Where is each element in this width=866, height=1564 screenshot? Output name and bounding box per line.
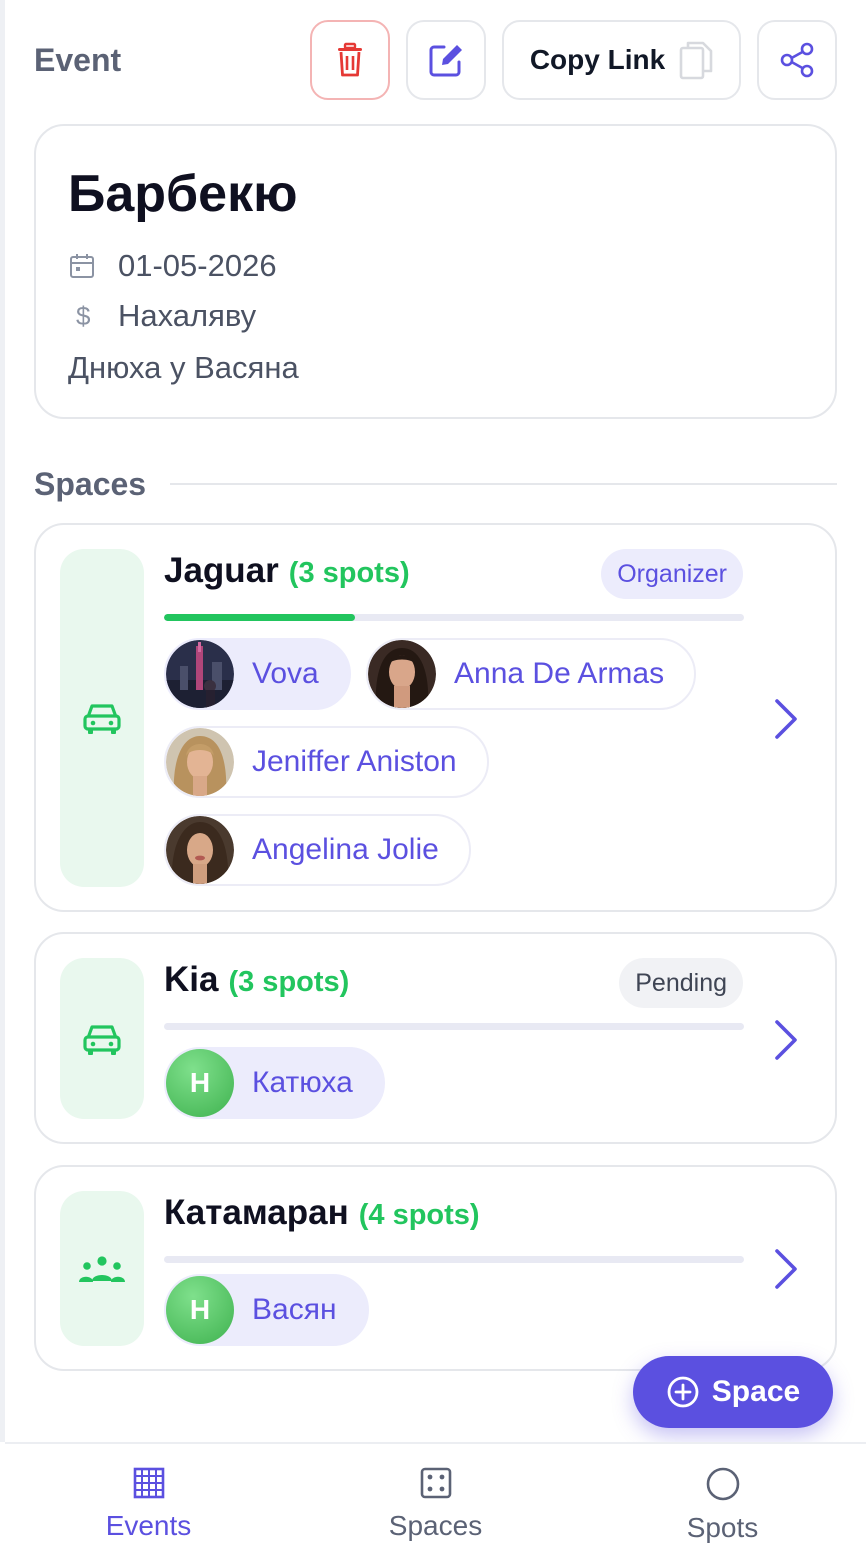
chevron-right-icon[interactable] [769, 1016, 803, 1064]
space-heading: Kia (3 spots) [164, 960, 349, 1000]
copy-link-label: Copy Link [529, 44, 666, 75]
avatar [166, 640, 234, 708]
car-icon [83, 1024, 121, 1055]
plus-circle-icon [667, 1376, 699, 1408]
nav-label: Spots [686, 1512, 759, 1543]
space-icon-box [60, 958, 144, 1119]
avatar [166, 728, 234, 796]
space-spots: (4 spots) [358, 1199, 480, 1231]
edit-icon [429, 45, 462, 77]
dice-icon [420, 1467, 451, 1499]
delete-button[interactable] [310, 20, 390, 100]
share-button[interactable] [757, 20, 837, 100]
event-title: Барбекю [68, 165, 298, 223]
nav-tab-events[interactable]: Events [5, 1444, 292, 1564]
group-icon [79, 1255, 125, 1282]
spaces-section-title: Spaces [34, 465, 147, 502]
member-name: Vova [252, 657, 319, 690]
occupancy-progress [164, 1256, 744, 1263]
add-space-button[interactable]: Space [633, 1356, 833, 1428]
progress-fill [164, 614, 356, 621]
copy-link-button[interactable]: Copy Link [502, 20, 741, 100]
member-chip[interactable]: Jeniffer Aniston [164, 726, 489, 798]
space-card-katamaran[interactable]: Катамаран (4 spots) H Васян [34, 1165, 837, 1371]
calendar-icon [70, 254, 94, 278]
space-card-kia[interactable]: Kia (3 spots) Pending H Катюха [34, 932, 837, 1144]
avatar: H [166, 1049, 234, 1117]
chevron-right-icon[interactable] [769, 1245, 803, 1293]
add-space-label: Space [711, 1375, 801, 1408]
space-icon-box [60, 1191, 144, 1346]
space-name: Kia [164, 960, 219, 999]
member-chip[interactable]: H Васян [164, 1274, 369, 1346]
member-name: Васян [252, 1293, 337, 1326]
member-chip[interactable]: Anna De Armas [366, 638, 697, 710]
page-header: Event Copy Link [34, 20, 837, 100]
nav-tab-spaces[interactable]: Spaces [292, 1444, 579, 1564]
occupancy-progress [164, 614, 744, 621]
event-price: Нахаляву [118, 298, 257, 333]
bottom-nav: Events Spaces Spots [5, 1442, 866, 1564]
avatar [166, 816, 234, 884]
edit-button[interactable] [406, 20, 486, 100]
circle-icon [706, 1467, 739, 1501]
member-name: Катюха [252, 1066, 353, 1099]
event-date: 01-05-2026 [118, 248, 277, 283]
occupancy-progress [164, 1023, 744, 1030]
space-name: Катамаран [164, 1193, 349, 1232]
status-badge: Pending [619, 958, 743, 1008]
spaces-section-header: Spaces [34, 464, 837, 504]
event-date-row: 01-05-2026 [68, 248, 277, 284]
nav-label: Events [105, 1510, 192, 1541]
space-card-jaguar[interactable]: Jaguar (3 spots) Organizer Vova Anna De … [34, 523, 837, 912]
nav-tab-spots[interactable]: Spots [579, 1444, 866, 1564]
section-divider [170, 483, 837, 485]
nav-label: Spaces [388, 1510, 483, 1541]
page-title: Event [34, 42, 122, 78]
share-icon [780, 42, 814, 78]
member-name: Angelina Jolie [252, 833, 439, 866]
member-chip[interactable]: Vova [164, 638, 351, 710]
trash-icon [338, 42, 362, 77]
chevron-right-icon[interactable] [769, 695, 803, 743]
event-card: Барбекю 01-05-2026 $ Нахаляву Днюха у Ва… [34, 124, 837, 419]
copy-icon [679, 41, 713, 80]
space-name: Jaguar [164, 551, 279, 590]
space-heading: Катамаран (4 spots) [164, 1193, 480, 1233]
member-name: Anna De Armas [454, 657, 665, 690]
space-icon-box [60, 549, 144, 887]
avatar: H [166, 1276, 234, 1344]
dollar-icon: $ [76, 300, 91, 331]
event-price-row: $ Нахаляву [68, 298, 256, 334]
grid-icon [133, 1467, 164, 1499]
space-spots: (3 spots) [288, 557, 410, 589]
space-heading: Jaguar (3 spots) [164, 551, 410, 591]
member-chip[interactable]: Angelina Jolie [164, 814, 471, 886]
status-badge: Organizer [601, 549, 743, 599]
member-chip[interactable]: H Катюха [164, 1047, 385, 1119]
car-icon [83, 704, 121, 734]
page-left-edge [0, 0, 5, 1442]
member-name: Jeniffer Aniston [252, 745, 457, 778]
avatar [368, 640, 436, 708]
event-description: Днюха у Васяна [68, 350, 299, 385]
space-spots: (3 spots) [228, 966, 350, 998]
